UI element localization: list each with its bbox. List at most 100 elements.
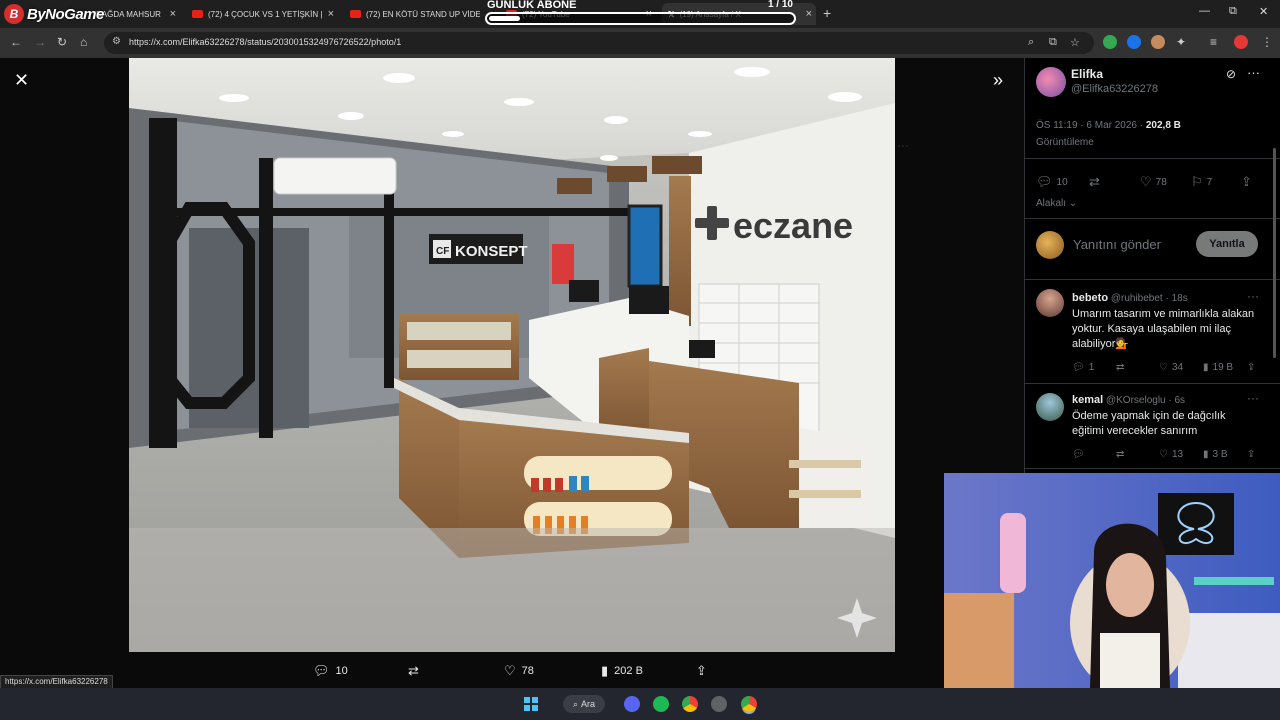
my-avatar bbox=[1036, 231, 1064, 259]
reply-reply-button[interactable]: 💬︎ 1 bbox=[1072, 362, 1094, 373]
close-viewer-icon[interactable]: ✕ bbox=[14, 70, 29, 91]
profile-avatar[interactable] bbox=[1234, 35, 1248, 49]
chrome-active-icon[interactable] bbox=[741, 696, 757, 712]
share-icon: ⇪ bbox=[696, 663, 707, 678]
more-options-icon[interactable]: ··· bbox=[1247, 65, 1260, 80]
reply-author[interactable]: bebeto bbox=[1072, 292, 1108, 304]
reply-like-button[interactable]: ♡ 34 bbox=[1159, 362, 1183, 373]
reply-author[interactable]: kemal bbox=[1072, 394, 1103, 406]
reply-avatar[interactable] bbox=[1036, 289, 1064, 317]
back-icon[interactable]: ← bbox=[10, 35, 22, 49]
more-options-icon[interactable]: ··· bbox=[1247, 391, 1259, 405]
goal-progress-fill bbox=[489, 16, 520, 21]
heart-icon: ♡ bbox=[1140, 174, 1152, 189]
media-viewer: ... ✕ » CF KONSEPT eczane 💬︎ 10 ⇄ ♡ 78 ▮… bbox=[0, 58, 1024, 688]
reply-text: Ödeme yapmak için de dağcılık eğitimi ve… bbox=[1072, 410, 1226, 437]
reply-reply-button[interactable]: 💬︎ bbox=[1072, 449, 1085, 460]
tab-youtube-3[interactable]: (72) EN KÖTÜ STAND UP VİDEO bbox=[344, 3, 480, 25]
grok-icon[interactable]: ⊘ bbox=[1226, 67, 1236, 81]
reply-avatar[interactable] bbox=[1036, 393, 1064, 421]
divider bbox=[1025, 218, 1280, 219]
status-url: https://x.com/Elifka63226278 bbox=[0, 675, 113, 689]
tweet-like-button[interactable]: ♡ 78 bbox=[1140, 174, 1167, 190]
tab-title: (72) EN KÖTÜ STAND UP VİDEO bbox=[366, 9, 480, 19]
author-handle[interactable]: @Elifka63226278 bbox=[1071, 83, 1158, 95]
reply-views-button[interactable]: ▮ 19 B bbox=[1203, 362, 1233, 373]
zoom-icon[interactable]: ⌕ bbox=[1028, 36, 1034, 49]
tweet-share-button[interactable]: ⇪ bbox=[1241, 174, 1252, 190]
media-action-bar: 💬︎ 10 ⇄ ♡ 78 ▮ 202 B ⇪ bbox=[0, 658, 1024, 684]
reply-submit-button[interactable]: Yanıtla bbox=[1196, 231, 1258, 257]
author-name[interactable]: Elifka bbox=[1071, 67, 1158, 81]
retweet-icon: ⇄ bbox=[1089, 174, 1100, 189]
url-text[interactable]: https://x.com/Elifka63226278/status/2030… bbox=[129, 37, 401, 47]
views-chart-icon: ▮ bbox=[1203, 449, 1209, 460]
like-count: 78 bbox=[521, 665, 534, 677]
tweet-retweet-button[interactable]: ⇄ bbox=[1089, 174, 1100, 190]
chrome-icon[interactable] bbox=[682, 696, 698, 712]
spotify-icon[interactable] bbox=[653, 696, 669, 712]
shield-extension-icon[interactable] bbox=[1103, 35, 1117, 49]
install-icon[interactable]: ⧉ bbox=[1049, 36, 1057, 49]
author-avatar[interactable] bbox=[1036, 67, 1066, 97]
address-bar[interactable]: ⚙ https://x.com/Elifka63226278/status/20… bbox=[104, 32, 1094, 54]
discord-icon[interactable] bbox=[624, 696, 640, 712]
retweet-action[interactable]: ⇄ bbox=[408, 663, 419, 679]
reply-share-button[interactable]: ⇪ bbox=[1247, 362, 1255, 373]
audio-extension-icon[interactable] bbox=[1127, 35, 1141, 49]
reply-share-button[interactable]: ⇪ bbox=[1247, 449, 1255, 460]
reply-retweet-button[interactable]: ⇄ bbox=[1116, 449, 1124, 460]
reply-views-button[interactable]: ▮ 3 B bbox=[1203, 449, 1228, 460]
eczane-sign-text: eczane bbox=[733, 205, 853, 246]
tweet-photo[interactable]: CF KONSEPT eczane bbox=[129, 58, 895, 652]
taskbar-search[interactable]: ⌕ Ara bbox=[563, 695, 605, 713]
tweet-bookmark-button[interactable]: ⚐ 7 bbox=[1191, 174, 1212, 190]
share-icon: ⇪ bbox=[1247, 362, 1256, 373]
media-icon[interactable]: ≡ bbox=[1210, 35, 1217, 49]
reply-like-button[interactable]: ♡ 13 bbox=[1159, 449, 1183, 460]
close-window-button[interactable]: ✕ bbox=[1259, 5, 1268, 18]
collapse-panel-icon[interactable]: » bbox=[993, 70, 1003, 91]
reply-count: 10 bbox=[1056, 176, 1068, 188]
restore-button[interactable]: ⧉ bbox=[1229, 5, 1237, 18]
goal-title: GÜNLÜK ABONE bbox=[487, 0, 577, 11]
divider bbox=[1025, 383, 1280, 384]
panel-scrollbar[interactable] bbox=[1273, 148, 1276, 358]
reply-action[interactable]: 💬︎ 10 bbox=[313, 663, 348, 679]
bookmark-star-icon[interactable]: ☆ bbox=[1070, 36, 1080, 49]
minimize-button[interactable]: — bbox=[1199, 5, 1210, 17]
webcam-feed bbox=[944, 473, 1280, 688]
reply-retweet-button[interactable]: ⇄ bbox=[1116, 362, 1124, 373]
more-options-icon[interactable]: ··· bbox=[1247, 289, 1259, 303]
settings-app-icon[interactable] bbox=[711, 696, 727, 712]
views-action[interactable]: ▮ 202 B bbox=[601, 663, 643, 679]
home-icon[interactable]: ⌂ bbox=[80, 35, 87, 49]
tab-title: DAĞDA MAHSUR bbox=[96, 9, 161, 19]
related-dropdown[interactable]: Alakalı ⌄ bbox=[1036, 198, 1077, 209]
reload-icon[interactable]: ↻ bbox=[57, 35, 67, 49]
site-info-icon[interactable]: ⚙ bbox=[112, 36, 121, 47]
divider bbox=[1025, 279, 1280, 280]
new-tab-button[interactable]: + bbox=[823, 5, 831, 21]
extensions-icon[interactable]: ✦ bbox=[1176, 35, 1186, 49]
forward-icon[interactable]: → bbox=[34, 35, 46, 49]
store-sign-text: KONSEPT bbox=[455, 243, 528, 260]
tweet-reply-button[interactable]: 💬︎ 10 bbox=[1036, 174, 1068, 190]
divider bbox=[1025, 468, 1280, 469]
like-action[interactable]: ♡ 78 bbox=[504, 663, 534, 679]
heart-icon: ♡ bbox=[1159, 449, 1168, 460]
close-tab-icon[interactable]: × bbox=[170, 8, 176, 20]
youtube-icon bbox=[350, 10, 361, 18]
reply-input[interactable]: Yanıtını gönder bbox=[1073, 237, 1161, 252]
view-count: 202 B bbox=[614, 665, 643, 677]
menu-icon[interactable]: ⋮ bbox=[1261, 35, 1273, 49]
tab-youtube-2[interactable]: (72) 4 ÇOCUK VS 1 YETİŞKİN | × bbox=[186, 3, 338, 25]
start-button[interactable] bbox=[524, 697, 538, 711]
reply-text: Umarım tasarım ve mimarlıkla alakan yokt… bbox=[1072, 308, 1255, 350]
close-tab-icon[interactable]: × bbox=[806, 8, 812, 20]
views-chart-icon: ▮ bbox=[1203, 362, 1209, 373]
share-action[interactable]: ⇪ bbox=[696, 663, 707, 679]
store-sign-letters: CF bbox=[436, 246, 449, 257]
close-tab-icon[interactable]: × bbox=[328, 8, 334, 20]
avatar-extension-icon[interactable] bbox=[1151, 35, 1165, 49]
